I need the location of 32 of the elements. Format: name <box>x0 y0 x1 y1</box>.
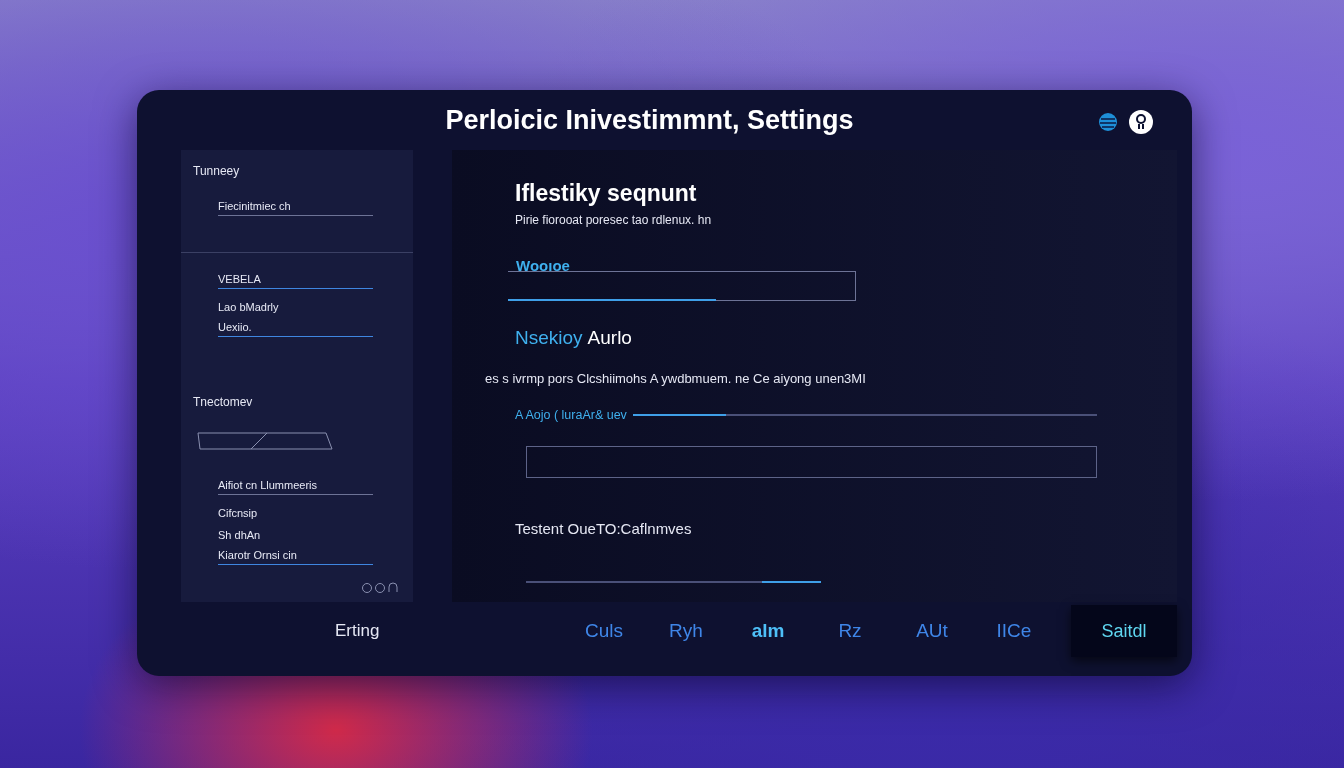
heading-text: Aurlo <box>587 327 632 349</box>
window-title: Perloicic Inivestimmnt, Settings <box>445 104 854 136</box>
sidebar-field[interactable]: Uexiio. <box>218 321 373 337</box>
tab[interactable]: AUt <box>891 620 973 642</box>
sidebar-field[interactable]: Kiarotr Ornsi cin <box>218 549 373 565</box>
bar-label: Erting <box>335 621 381 641</box>
user-icon[interactable] <box>1128 109 1154 135</box>
sidebar-text: Cifcnsip <box>218 507 259 519</box>
field-label: Wooıoe <box>516 257 570 274</box>
tab[interactable]: Rz <box>809 620 891 642</box>
tab[interactable]: alm <box>727 620 809 642</box>
sidebar-heading: Tnectomev <box>193 395 254 409</box>
sidebar-text: Sh dhAn <box>218 529 262 541</box>
slider-label: Testent OueTO:Caflnmves <box>515 520 693 537</box>
small-icons-drawing <box>361 582 401 594</box>
save-button[interactable]: Saitdl <box>1071 605 1177 657</box>
tab[interactable]: IICe <box>973 620 1055 642</box>
description-text: es s ivrmp pors Clcshiimohs A ywdbmuem. ne Ce aiyong unen3MI <box>485 371 867 386</box>
heading-accent: Nsekioy <box>515 327 583 349</box>
globe-icon[interactable] <box>1098 112 1118 132</box>
input-field[interactable] <box>526 446 1097 478</box>
sidebar-field[interactable]: Fiecinitmiec ch <box>218 200 373 216</box>
section-title: Iflestiky seqnunt <box>515 180 698 207</box>
tab[interactable]: Ryh <box>645 620 727 642</box>
sidebar-heading: Tunneey <box>193 164 241 178</box>
section-subtitle: Pirie fiorooat poresec tao rdlenux. hn <box>515 213 713 227</box>
input-field[interactable] <box>507 271 856 301</box>
sidebar-field[interactable]: Aifiot cn Llummeeris <box>218 479 373 495</box>
field-label: A Aojo ( luraAr& uev <box>515 408 627 422</box>
tab[interactable]: Culs <box>563 620 645 642</box>
sidebar-field[interactable]: VEBELA <box>218 273 373 289</box>
sidebar-text: Lao bMadrly <box>218 301 280 313</box>
